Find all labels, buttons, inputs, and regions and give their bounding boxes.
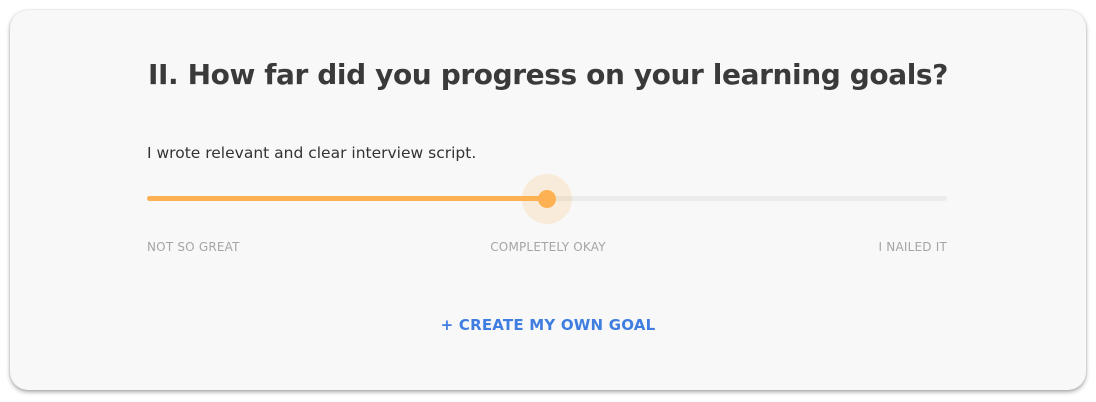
scale-label-high: I NAILED IT <box>878 240 947 254</box>
section-title: II. How far did you progress on your lea… <box>147 58 949 91</box>
slider-fill <box>147 196 547 201</box>
slider-thumb[interactable] <box>538 190 556 208</box>
goal-statement: I wrote relevant and clear interview scr… <box>147 144 477 162</box>
create-own-goal-wrapper: + CREATE MY OWN GOAL <box>10 316 1086 334</box>
create-own-goal-button[interactable]: + CREATE MY OWN GOAL <box>441 316 656 334</box>
progress-slider[interactable] <box>147 174 947 224</box>
learning-goals-card: II. How far did you progress on your lea… <box>10 10 1086 390</box>
